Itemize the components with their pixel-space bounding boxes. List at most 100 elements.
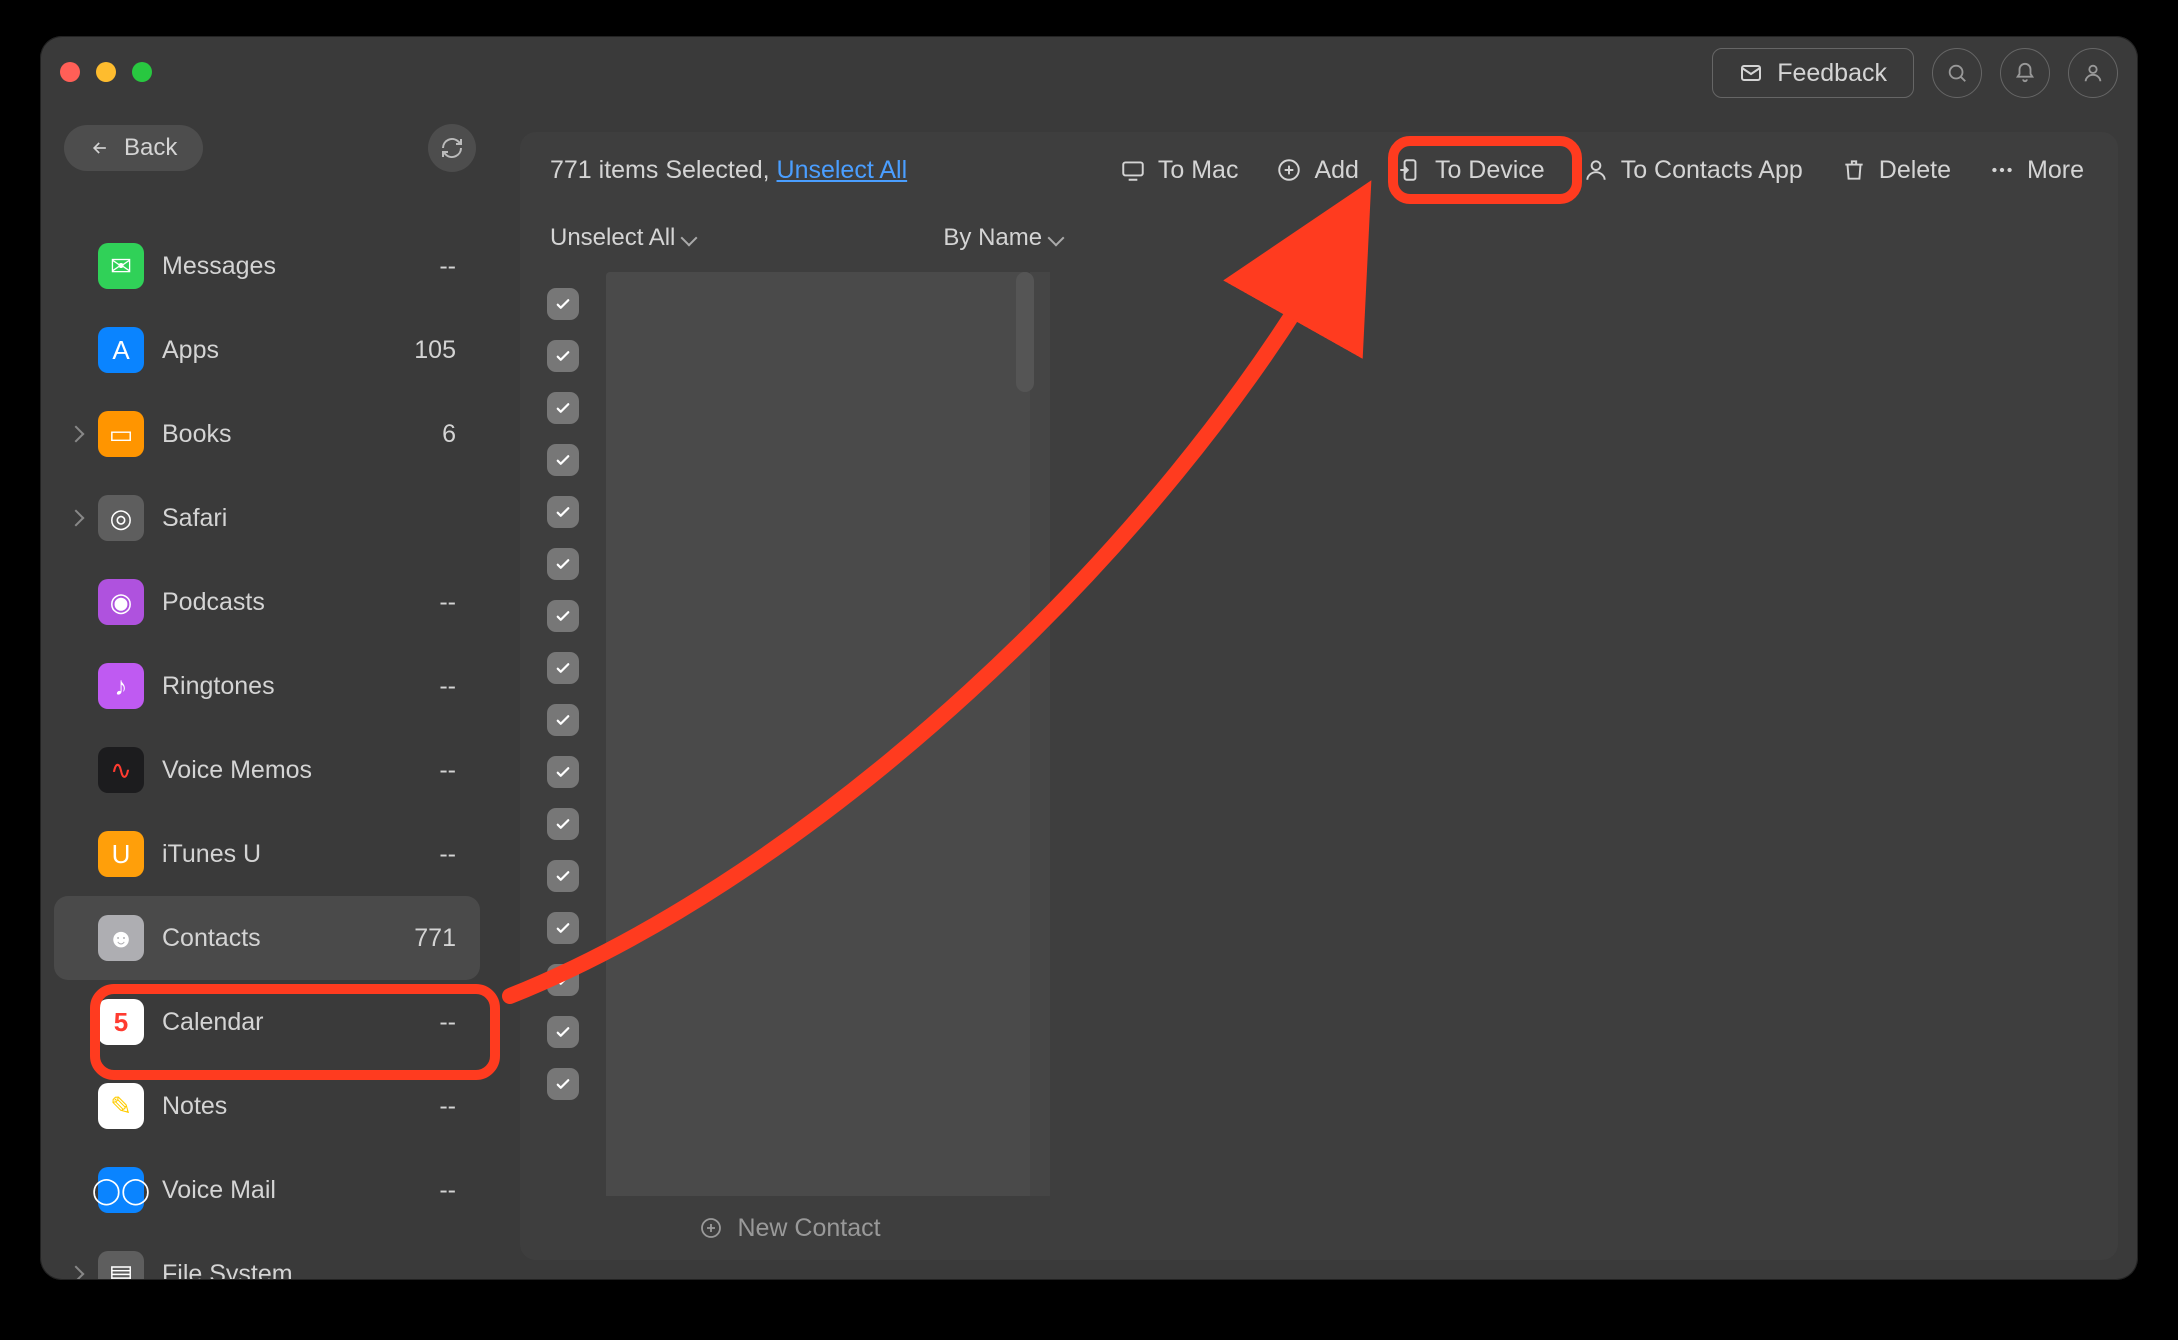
selection-status: 771 items Selected, Unselect All	[550, 156, 907, 185]
contact-row-checkbox[interactable]	[547, 548, 579, 580]
podcasts-icon: ◉	[98, 579, 144, 625]
select-all-label: Unselect All	[550, 224, 675, 252]
contact-row-checkbox[interactable]	[547, 704, 579, 736]
contact-row-checkbox[interactable]	[547, 392, 579, 424]
sidebar-item-voicemail[interactable]: ◯◯Voice Mail--	[54, 1148, 480, 1232]
contact-row-checkbox[interactable]	[547, 1068, 579, 1100]
sidebar-item-notes[interactable]: ✎Notes--	[54, 1064, 480, 1148]
plus-circle-icon	[1276, 157, 1302, 183]
contact-row-checkbox[interactable]	[547, 964, 579, 996]
check-icon	[554, 503, 572, 521]
minimize-window-button[interactable]	[96, 62, 116, 82]
check-icon	[554, 971, 572, 989]
safari-icon: ◎	[98, 495, 144, 541]
sidebar-item-count: --	[439, 252, 456, 281]
select-all-dropdown[interactable]: Unselect All	[550, 224, 695, 252]
to-contacts-app-button[interactable]: To Contacts App	[1579, 150, 1807, 191]
search-button[interactable]	[1932, 48, 1982, 98]
unselect-all-link[interactable]: Unselect All	[777, 156, 908, 184]
messages-icon: ✉	[98, 243, 144, 289]
sidebar-item-voicememos[interactable]: ∿Voice Memos--	[54, 728, 480, 812]
fullscreen-window-button[interactable]	[132, 62, 152, 82]
sidebar-item-label: iTunes U	[162, 840, 421, 869]
sidebar-item-label: File System	[162, 1260, 438, 1281]
close-window-button[interactable]	[60, 62, 80, 82]
contact-row-checkbox[interactable]	[547, 912, 579, 944]
toolbar: 771 items Selected, Unselect All To Mac …	[520, 132, 2118, 208]
sidebar-item-label: Apps	[162, 336, 396, 365]
sidebar-item-label: Messages	[162, 252, 421, 281]
user-icon	[2082, 62, 2104, 84]
contact-list-panel[interactable]	[606, 272, 1030, 1196]
check-icon	[554, 815, 572, 833]
check-icon	[554, 711, 572, 729]
sidebar-item-books[interactable]: ▭Books6	[54, 392, 480, 476]
sidebar-item-label: Voice Memos	[162, 756, 421, 785]
list-scrollbar-thumb[interactable]	[1016, 272, 1034, 392]
contact-row-checkbox[interactable]	[547, 444, 579, 476]
contact-row-checkbox[interactable]	[547, 600, 579, 632]
new-contact-button[interactable]: New Contact	[520, 1196, 1060, 1260]
contact-row-checkbox[interactable]	[547, 340, 579, 372]
calendar-icon: 5	[98, 999, 144, 1045]
contact-row-checkbox[interactable]	[547, 860, 579, 892]
feedback-label: Feedback	[1777, 59, 1887, 88]
new-contact-label: New Contact	[737, 1214, 880, 1243]
sidebar-item-count: --	[439, 756, 456, 785]
sidebar-item-calendar[interactable]: 5 Calendar --	[54, 980, 480, 1064]
check-icon	[554, 919, 572, 937]
sidebar-item-itunesu[interactable]: UiTunes U--	[54, 812, 480, 896]
checkbox-column	[520, 268, 606, 1196]
sidebar-item-contacts[interactable]: ☻Contacts771	[54, 896, 480, 980]
back-label: Back	[124, 134, 177, 162]
sidebar-item-ringtones[interactable]: ♪Ringtones--	[54, 644, 480, 728]
delete-label: Delete	[1879, 156, 1951, 185]
check-icon	[554, 607, 572, 625]
to-device-button[interactable]: To Device	[1393, 150, 1549, 191]
sidebar-item-label: Calendar	[162, 1008, 421, 1037]
check-icon	[554, 399, 572, 417]
sidebar-item-safari[interactable]: ◎Safari	[54, 476, 480, 560]
check-icon	[554, 295, 572, 313]
contact-row-checkbox[interactable]	[547, 288, 579, 320]
feedback-button[interactable]: Feedback	[1712, 48, 1914, 98]
sidebar-item-podcasts[interactable]: ◉Podcasts--	[54, 560, 480, 644]
itunesu-icon: U	[98, 831, 144, 877]
sidebar-item-count: --	[439, 1008, 456, 1037]
contact-row-checkbox[interactable]	[547, 496, 579, 528]
to-mac-button[interactable]: To Mac	[1116, 150, 1243, 191]
contact-row-checkbox[interactable]	[547, 808, 579, 840]
trash-icon	[1841, 157, 1867, 183]
voicemail-icon: ◯◯	[98, 1167, 144, 1213]
sidebar-item-apps[interactable]: AApps105	[54, 308, 480, 392]
account-button[interactable]	[2068, 48, 2118, 98]
sidebar-item-count: --	[439, 588, 456, 617]
sort-dropdown[interactable]: By Name	[943, 224, 1062, 252]
sidebar-item-label: Notes	[162, 1092, 421, 1121]
contact-row-checkbox[interactable]	[547, 1016, 579, 1048]
sidebar-item-count: --	[439, 1176, 456, 1205]
add-button[interactable]: Add	[1272, 150, 1362, 191]
window-controls	[60, 62, 152, 82]
bell-icon	[2014, 62, 2036, 84]
check-icon	[554, 659, 572, 677]
status-text: 771 items Selected,	[550, 156, 777, 184]
notifications-button[interactable]	[2000, 48, 2050, 98]
ringtones-icon: ♪	[98, 663, 144, 709]
refresh-button[interactable]	[428, 124, 476, 172]
contact-list-area	[520, 268, 2118, 1196]
back-button[interactable]: Back	[64, 125, 203, 171]
sidebar-header: Back	[40, 116, 500, 180]
search-icon	[1946, 62, 1968, 84]
list-scrollbar-track[interactable]	[1030, 272, 1050, 1196]
to-device-label: To Device	[1435, 156, 1545, 185]
more-button[interactable]: More	[1985, 150, 2088, 191]
chevron-down-icon	[1048, 230, 1065, 247]
contact-row-checkbox[interactable]	[547, 652, 579, 684]
filesystem-icon: ▤	[98, 1251, 144, 1280]
delete-button[interactable]: Delete	[1837, 150, 1955, 191]
contact-row-checkbox[interactable]	[547, 756, 579, 788]
check-icon	[554, 451, 572, 469]
sidebar-item-filesystem[interactable]: ▤ File System	[54, 1232, 480, 1280]
sidebar-item-messages[interactable]: ✉ Messages --	[54, 224, 480, 308]
